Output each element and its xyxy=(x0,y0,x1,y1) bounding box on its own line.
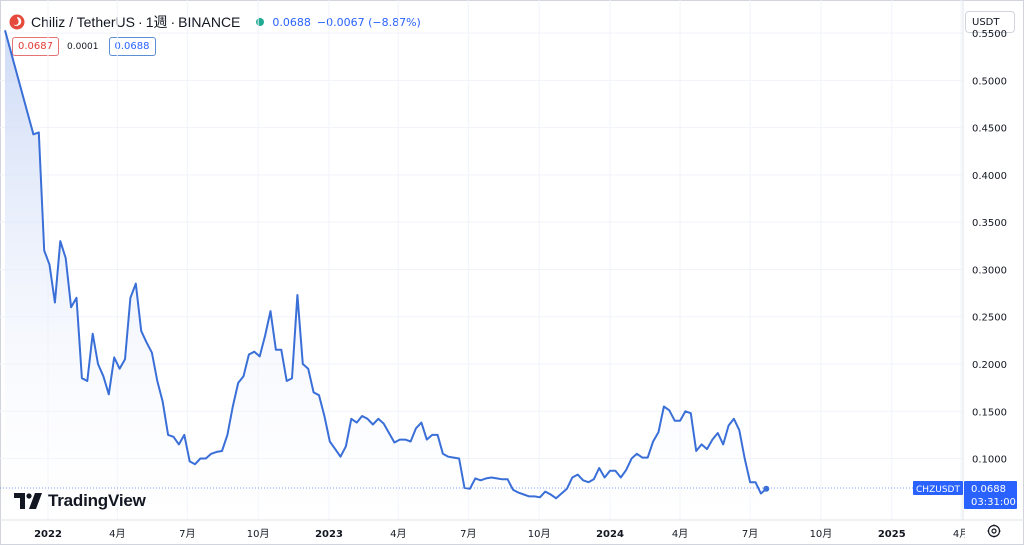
sell-button[interactable]: 0.0687 xyxy=(12,37,59,56)
separator: · xyxy=(138,14,143,30)
symbol-name[interactable]: Chiliz / TetherUS xyxy=(31,14,135,30)
separator: · xyxy=(170,14,176,30)
buy-button[interactable]: 0.0688 xyxy=(108,37,156,56)
price-change-value: −0.0067 (−8.87%) xyxy=(316,15,421,29)
live-status-icon xyxy=(256,18,265,26)
last-price-value: 0.0688 xyxy=(272,15,311,29)
interval-label[interactable]: 1週 xyxy=(146,12,168,32)
chart-frame xyxy=(0,0,1024,545)
trade-panel: 0.0687 0.0001 0.0688 xyxy=(12,37,156,56)
chiliz-logo-icon xyxy=(9,14,25,30)
symbol-header: Chiliz / TetherUS · 1週 · BINANCE 0.0688 … xyxy=(9,12,421,32)
brand-name: TradingView xyxy=(48,491,146,510)
gear-icon[interactable] xyxy=(986,523,1002,539)
exchange-label: BINANCE xyxy=(178,14,241,30)
currency-selector[interactable]: USDT xyxy=(965,11,1015,33)
spread-value: 0.0001 xyxy=(67,41,99,52)
tradingview-logo-icon xyxy=(14,493,42,509)
tradingview-brand[interactable]: TradingView xyxy=(14,491,146,511)
